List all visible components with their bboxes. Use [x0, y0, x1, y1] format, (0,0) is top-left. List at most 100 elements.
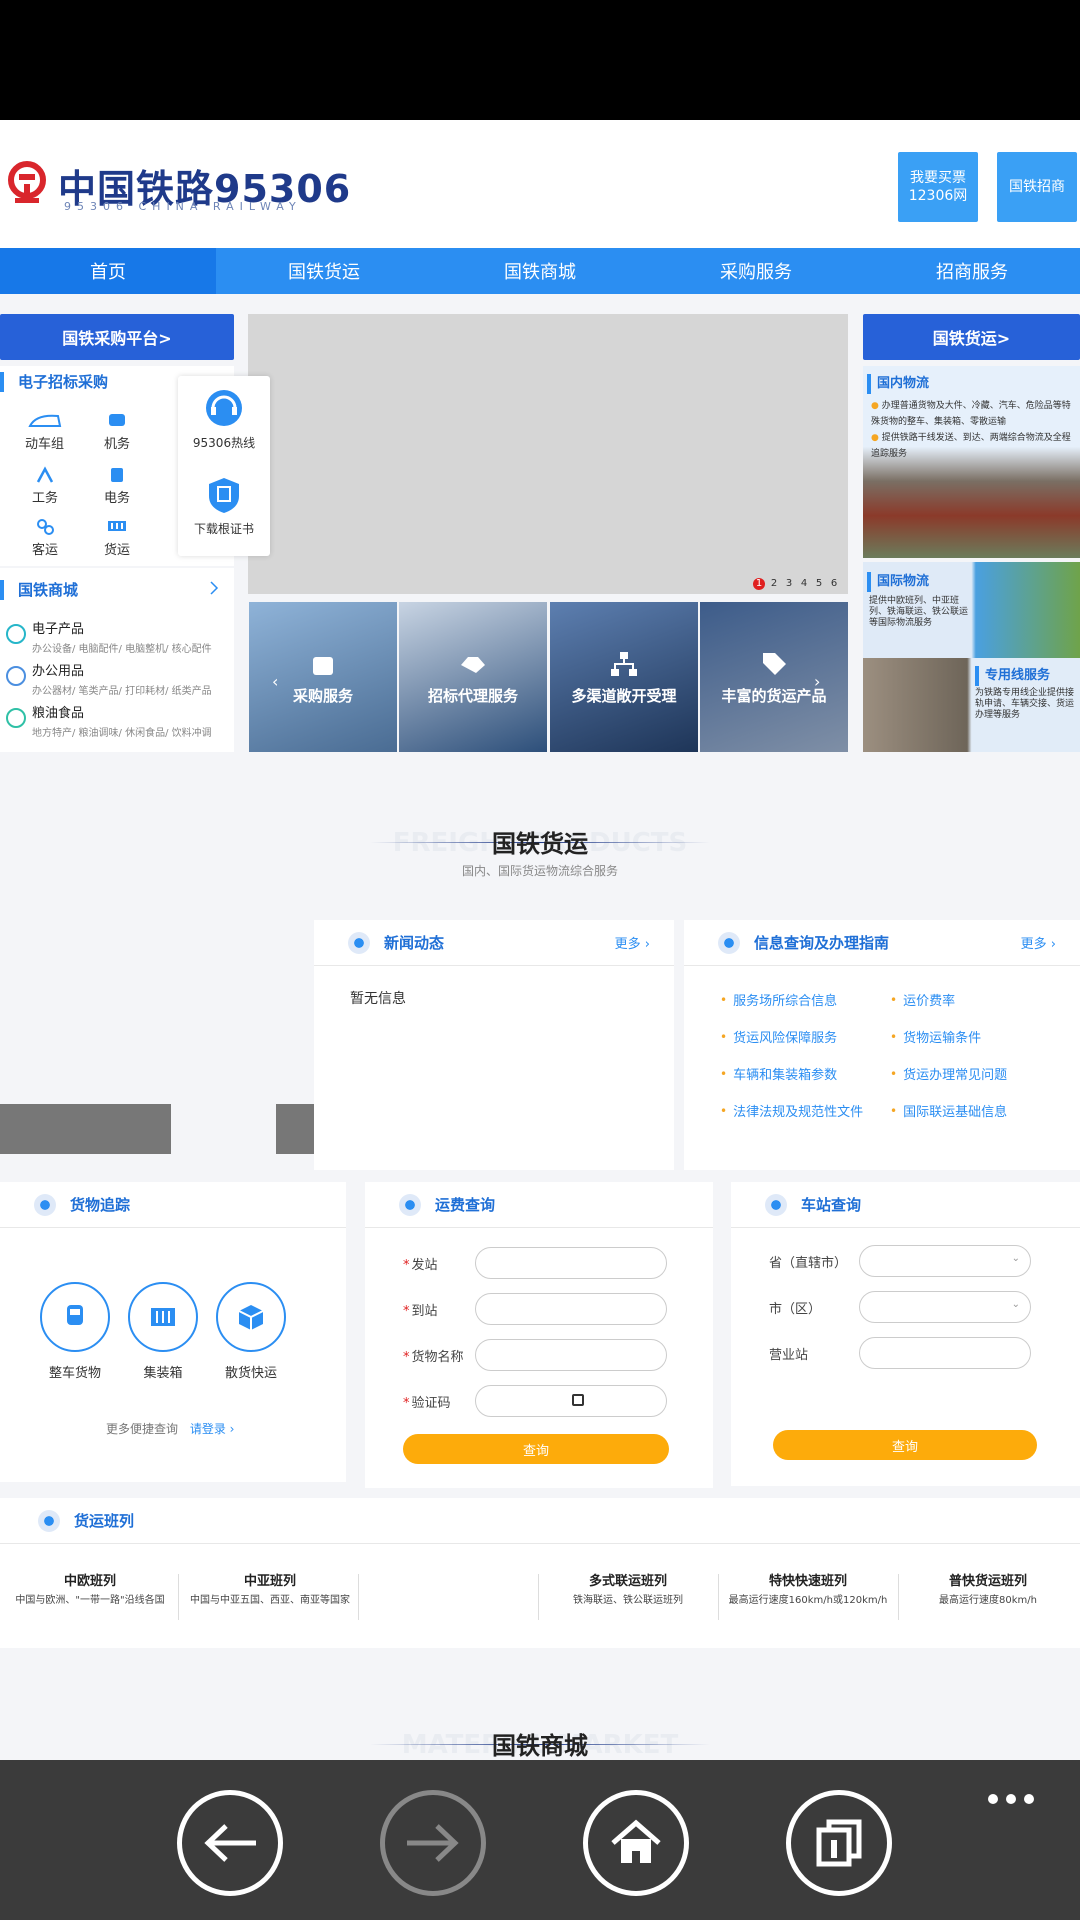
train-multimodal[interactable]: 多式联运班列 铁海联运、铁公联运班列	[548, 1570, 708, 1607]
container-icon	[128, 1282, 198, 1352]
train-china-asia[interactable]: 中亚班列 中国与中亚五国、西亚、南亚等国家	[190, 1570, 350, 1607]
guide-link[interactable]: 运价费率	[890, 990, 1060, 1009]
domestic-title: 国内物流	[867, 374, 929, 394]
passenger-icon	[37, 519, 54, 535]
guide-link[interactable]: 货运风险保障服务	[720, 1027, 890, 1046]
train-china-europe[interactable]: 中欧班列 中国与欧洲、"一带一路"沿线各国	[10, 1570, 170, 1607]
guide-link[interactable]: 货运办理常见问题	[890, 1064, 1060, 1083]
chevron-right-icon[interactable]	[208, 580, 220, 596]
box-icon	[216, 1282, 286, 1352]
mall-panel: 国铁商城 电子产品 办公设备/ 电脑配件/ 电脑整机/ 核心配件 办公用品 办公器材…	[0, 568, 234, 752]
category-freight[interactable]: 货运	[104, 518, 130, 558]
buy-ticket-button[interactable]: 我要买票 12306网	[898, 152, 978, 222]
category-signal[interactable]: 电务	[104, 466, 130, 506]
news-icon	[348, 931, 370, 954]
train-express[interactable]: 特快快速班列 最高运行速度160km/h或120km/h	[728, 1570, 888, 1607]
intl-title: 国际物流	[867, 572, 929, 592]
freight-platform-button[interactable]: 国铁货运>	[863, 314, 1080, 360]
guide-link[interactable]: 货物运输条件	[890, 1027, 1060, 1046]
procurement-platform-button[interactable]: 国铁采购平台>	[0, 314, 234, 360]
dedicated-line-card[interactable]: 专用线服务 为铁路专用线企业提供接轨申请、车辆交接、货运办理等服务	[863, 658, 1080, 752]
forward-button[interactable]	[380, 1790, 486, 1896]
goods-name-input[interactable]	[475, 1339, 667, 1371]
tabs-button[interactable]	[786, 1790, 892, 1896]
network-icon	[611, 651, 637, 676]
captcha-input[interactable]	[475, 1385, 667, 1417]
grey-placeholder	[0, 1104, 171, 1154]
category-emu[interactable]: 动车组	[25, 412, 64, 452]
carousel-dots: 123456	[750, 571, 840, 590]
news-empty-text: 暂无信息	[350, 991, 406, 1007]
station-query-button[interactable]: 查询	[773, 1430, 1037, 1460]
carousel-dot[interactable]: 2	[768, 578, 780, 590]
track-whole-car[interactable]: 整车货物	[40, 1282, 110, 1381]
station-input[interactable]	[859, 1337, 1031, 1369]
nav-mall[interactable]: 国铁商城	[432, 248, 648, 294]
carousel-dot[interactable]: 5	[813, 578, 825, 590]
browser-toolbar	[0, 1760, 1080, 1920]
province-select[interactable]: ⌄	[859, 1245, 1031, 1277]
carousel-dot[interactable]: 6	[828, 578, 840, 590]
train-fast[interactable]: 普快货运班列 最高运行速度80km/h	[908, 1570, 1068, 1607]
tabs-icon	[816, 1819, 862, 1867]
login-link[interactable]: 请登录	[190, 1422, 226, 1436]
handshake-icon	[461, 656, 485, 673]
guide-link[interactable]: 车辆和集装箱参数	[720, 1064, 890, 1083]
news-more-link[interactable]: 更多 ›	[615, 933, 650, 952]
status-area	[0, 0, 1080, 120]
guide-link[interactable]: 法律法规及规范性文件	[720, 1101, 890, 1120]
back-button[interactable]	[177, 1790, 283, 1896]
domestic-logistics-card[interactable]: 国内物流 ● 办理普通货物及大件、冷藏、汽车、危险品等特殊货物的整车、集装箱、零…	[863, 366, 1080, 558]
guide-card: 信息查询及办理指南 更多 › 服务场所综合信息 运价费率 货运风险保障服务 货物…	[684, 920, 1080, 1170]
banner-carousel[interactable]: 123456	[248, 314, 848, 594]
fare-query-button[interactable]: 查询	[403, 1434, 669, 1464]
tile-multichannel[interactable]: 多渠道敞开受理	[550, 602, 698, 752]
captcha-icon[interactable]	[572, 1394, 584, 1406]
category-passenger[interactable]: 客运	[32, 518, 58, 558]
guide-more-link[interactable]: 更多 ›	[1021, 933, 1056, 952]
from-station-input[interactable]	[475, 1247, 667, 1279]
cart-icon	[313, 656, 333, 675]
tile-prev-arrow[interactable]: ‹	[272, 672, 278, 691]
carousel-dot[interactable]: 4	[798, 578, 810, 590]
more-menu-icon[interactable]	[988, 1794, 1034, 1804]
section-subtitle: 国内、国际货运物流综合服务	[461, 864, 618, 878]
divider	[358, 1574, 359, 1620]
mall-item-office[interactable]: 办公用品 办公器材/ 笔类产品/ 打印耗材/ 纸类产品	[0, 660, 234, 702]
guide-icon	[718, 931, 740, 954]
guide-link[interactable]: 国际联运基础信息	[890, 1101, 1060, 1120]
download-cert-item[interactable]: 下载根证书	[178, 476, 270, 537]
tile-freight-products[interactable]: 丰富的货运产品	[700, 602, 848, 752]
mall-item-electronics[interactable]: 电子产品 办公设备/ 电脑配件/ 电脑整机/ 核心配件	[0, 618, 234, 660]
category-locomotive[interactable]: 机务	[104, 412, 130, 452]
fare-icon	[399, 1193, 421, 1216]
nav-freight[interactable]: 国铁货运	[216, 248, 432, 294]
to-station-input[interactable]	[475, 1293, 667, 1325]
track-container[interactable]: 集装箱	[128, 1282, 198, 1381]
chevron-down-icon: ⌄	[1011, 1253, 1020, 1264]
buy-ticket-label: 我要买票	[910, 170, 966, 186]
home-button[interactable]	[583, 1790, 689, 1896]
track-express[interactable]: 散货快运	[216, 1282, 286, 1381]
tile-next-arrow[interactable]: ›	[814, 672, 820, 691]
mall-item-food[interactable]: 粮油食品 地方特产/ 粮油调味/ 休闲食品/ 饮料冲调	[0, 702, 234, 744]
headset-icon	[206, 390, 242, 426]
fare-title: 运费查询	[435, 1196, 496, 1214]
intl-logistics-card[interactable]: 国际物流 提供中欧班列、中亚班列、铁海联运、铁公联运等国际物流服务	[863, 562, 1080, 658]
grain-icon	[6, 708, 26, 728]
site-header: 中国铁路95306 95306 CHINA RAILWAY 我要买票 12306…	[0, 120, 1080, 248]
category-works[interactable]: 工务	[32, 466, 58, 506]
invest-button[interactable]: 国铁招商	[997, 152, 1077, 222]
guide-link[interactable]: 服务场所综合信息	[720, 990, 890, 1009]
nav-investment[interactable]: 招商服务	[864, 248, 1080, 294]
carousel-dot[interactable]: 3	[783, 578, 795, 590]
city-select[interactable]: ⌄	[859, 1291, 1031, 1323]
carousel-dot[interactable]: 1	[753, 578, 765, 590]
mall-title[interactable]: 国铁商城	[0, 580, 234, 600]
tile-bidding-agency[interactable]: 招标代理服务	[399, 602, 547, 752]
nav-procurement[interactable]: 采购服务	[648, 248, 864, 294]
hotline-item[interactable]: 95306热线	[178, 388, 270, 451]
grey-placeholder	[276, 1104, 314, 1154]
nav-home[interactable]: 首页	[0, 248, 216, 294]
fare-captcha-row: * 验证码	[365, 1378, 713, 1424]
